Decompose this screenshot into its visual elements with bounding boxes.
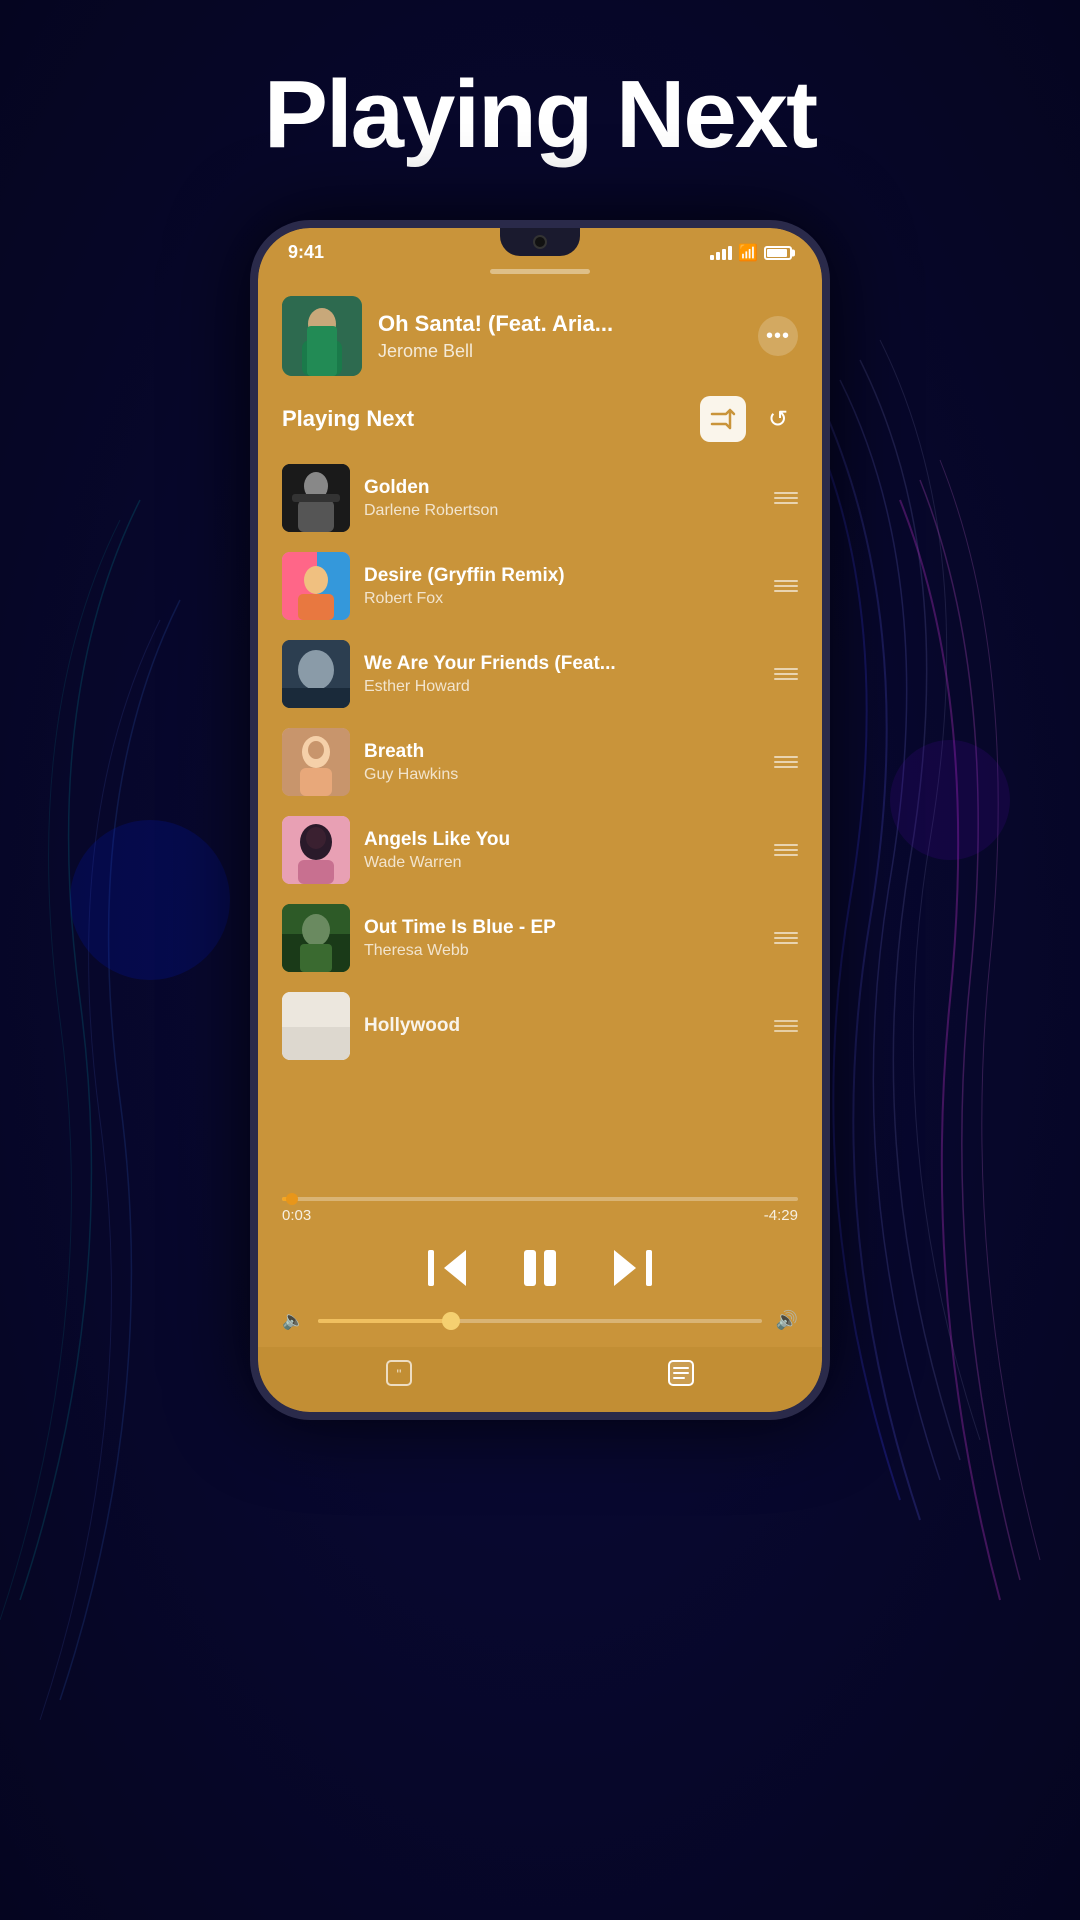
phone-frame: 9:41 📶 — [250, 220, 830, 1420]
drag-handle[interactable] — [774, 756, 798, 768]
volume-low-icon: 🔈 — [282, 1310, 304, 1331]
home-indicator — [490, 269, 590, 274]
shuffle-button[interactable] — [700, 396, 746, 442]
track-title: Desire (Gryffin Remix) — [364, 565, 760, 587]
track-artwork — [282, 992, 350, 1060]
track-artist: Darlene Robertson — [364, 502, 760, 520]
drag-handle[interactable] — [774, 580, 798, 592]
track-info: We Are Your Friends (Feat... Esther Howa… — [364, 653, 760, 696]
track-artist: Wade Warren — [364, 854, 760, 872]
more-options-button[interactable]: ••• — [758, 316, 798, 356]
track-artist: Guy Hawkins — [364, 766, 760, 784]
track-title: We Are Your Friends (Feat... — [364, 653, 760, 675]
volume-high-icon: 🔊 — [776, 1310, 798, 1331]
track-info: Golden Darlene Robertson — [364, 477, 760, 520]
volume-bar[interactable] — [318, 1319, 761, 1323]
drag-handle[interactable] — [774, 1020, 798, 1032]
progress-bar[interactable] — [282, 1197, 798, 1201]
track-info: Hollywood — [364, 1015, 760, 1037]
track-info: Out Time Is Blue - EP Theresa Webb — [364, 917, 760, 960]
list-item: Angels Like You Wade Warren — [258, 806, 822, 894]
power-button[interactable] — [824, 448, 830, 518]
pause-button[interactable] — [518, 1246, 562, 1290]
vol-down-button[interactable] — [250, 493, 256, 543]
list-item: Desire (Gryffin Remix) Robert Fox — [258, 542, 822, 630]
list-item: Breath Guy Hawkins — [258, 718, 822, 806]
track-title: Angels Like You — [364, 829, 760, 851]
svg-text:": " — [397, 1366, 402, 1382]
volume-scrubber[interactable] — [442, 1312, 460, 1330]
track-artist: Theresa Webb — [364, 942, 760, 960]
track-info: Angels Like You Wade Warren — [364, 829, 760, 872]
volume-fill — [318, 1319, 451, 1323]
now-playing-header: Oh Santa! (Feat. Aria... Jerome Bell ••• — [258, 284, 822, 388]
volume-section: 🔈 🔊 — [258, 1310, 822, 1347]
repeat-icon: ↺ — [768, 405, 788, 434]
now-playing-artwork — [282, 296, 362, 376]
track-artwork — [282, 464, 350, 532]
track-artwork — [282, 728, 350, 796]
now-playing-info: Oh Santa! (Feat. Aria... Jerome Bell — [378, 311, 742, 362]
track-title: Out Time Is Blue - EP — [364, 917, 760, 939]
progress-times: 0:03 -4:29 — [282, 1207, 798, 1224]
wifi-icon: 📶 — [738, 243, 758, 263]
track-artist: Robert Fox — [364, 590, 760, 608]
progress-section: 0:03 -4:29 — [258, 1193, 822, 1230]
track-info: Breath Guy Hawkins — [364, 741, 760, 784]
list-item: Out Time Is Blue - EP Theresa Webb — [258, 894, 822, 982]
time-remaining: -4:29 — [764, 1207, 798, 1224]
page-title: Playing Next — [0, 60, 1080, 170]
track-title: Golden — [364, 477, 760, 499]
list-item: Hollywood — [258, 982, 822, 1070]
signal-icon — [710, 246, 732, 260]
status-icons: 📶 — [710, 243, 792, 263]
vol-up-button[interactable] — [250, 428, 256, 478]
track-artwork — [282, 552, 350, 620]
drag-handle[interactable] — [774, 492, 798, 504]
track-list: Golden Darlene Robertson — [258, 454, 822, 1193]
status-bar: 9:41 📶 — [258, 228, 822, 263]
camera — [533, 235, 547, 249]
playing-next-section-header: Playing Next ↺ — [258, 388, 822, 454]
bottom-tab-bar: " — [258, 1347, 822, 1412]
repeat-button[interactable]: ↺ — [758, 399, 798, 439]
previous-button[interactable] — [428, 1250, 468, 1286]
time-current: 0:03 — [282, 1207, 311, 1224]
battery-icon — [764, 246, 792, 260]
track-artist: Esther Howard — [364, 678, 760, 696]
playback-mode-controls: ↺ — [700, 396, 798, 442]
tab-lyrics[interactable]: " — [383, 1357, 415, 1396]
track-title: Hollywood — [364, 1015, 760, 1037]
progress-scrubber[interactable] — [286, 1193, 298, 1205]
status-time: 9:41 — [288, 242, 324, 263]
tab-queue[interactable] — [665, 1357, 697, 1396]
track-info: Desire (Gryffin Remix) Robert Fox — [364, 565, 760, 608]
notch — [500, 228, 580, 256]
list-item: Golden Darlene Robertson — [258, 454, 822, 542]
list-item: We Are Your Friends (Feat... Esther Howa… — [258, 630, 822, 718]
track-artwork — [282, 816, 350, 884]
playback-controls — [258, 1230, 822, 1310]
drag-handle[interactable] — [774, 932, 798, 944]
drag-handle[interactable] — [774, 844, 798, 856]
track-artwork — [282, 904, 350, 972]
now-playing-artist: Jerome Bell — [378, 341, 742, 362]
next-button[interactable] — [612, 1250, 652, 1286]
track-artwork — [282, 640, 350, 708]
playing-next-label: Playing Next — [282, 406, 414, 432]
track-title: Breath — [364, 741, 760, 763]
now-playing-title: Oh Santa! (Feat. Aria... — [378, 311, 742, 337]
more-dots-icon: ••• — [766, 325, 790, 348]
phone-screen: 9:41 📶 — [258, 228, 822, 1412]
drag-handle[interactable] — [774, 668, 798, 680]
